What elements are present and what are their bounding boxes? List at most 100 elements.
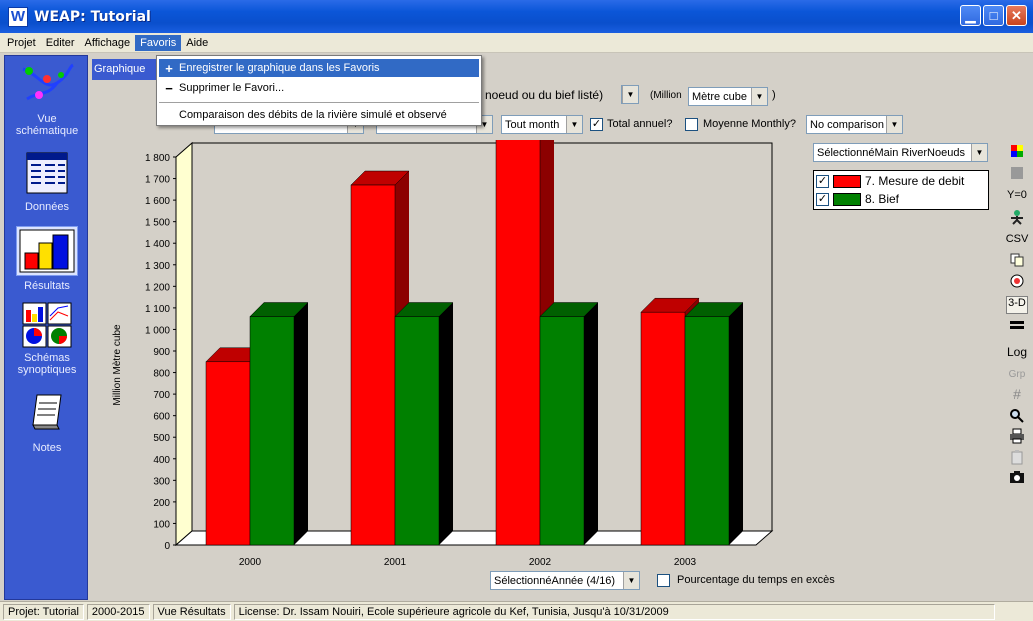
menu-aide[interactable]: Aide	[181, 35, 213, 51]
chevron-down-icon: ▼	[971, 144, 987, 161]
legend-swatch-mesure	[833, 174, 861, 188]
y-tick-label: 500	[153, 433, 170, 444]
menu-projet[interactable]: Projet	[2, 35, 41, 51]
moyenne-monthly-checkbox[interactable]	[685, 118, 698, 131]
month-combo[interactable]: Tout month ▼	[501, 115, 583, 134]
y-tick-label: 0	[164, 541, 170, 552]
variable-combo[interactable]: noeud ou du bief listé)	[482, 85, 620, 104]
variable-combo-dropdown[interactable]: ▼	[621, 85, 639, 104]
palette-icon[interactable]	[1003, 143, 1031, 162]
comparison-combo-value: No comparison	[810, 118, 884, 131]
unit-suffix: )	[772, 89, 776, 101]
csv-button[interactable]: CSV	[1003, 233, 1031, 245]
y-tick-label: 300	[153, 476, 170, 487]
close-button[interactable]: ✕	[1006, 5, 1027, 26]
chevron-down-icon: ▼	[751, 88, 767, 105]
y-tick-label: 1 400	[145, 239, 170, 250]
schematic-icon	[16, 60, 78, 110]
bar	[640, 311, 686, 546]
y-tick-label: 400	[153, 455, 170, 466]
print-icon[interactable]	[1003, 428, 1031, 447]
year-selector-value: SélectionnéAnnée (4/16)	[494, 574, 616, 587]
series-selector-value: SélectionnéMain RiverNoeuds	[817, 146, 965, 159]
y-tick-label: 600	[153, 412, 170, 423]
y-tick-label: 800	[153, 369, 170, 380]
x-tick-label: 2000	[239, 557, 262, 568]
lines-icon[interactable]	[1003, 320, 1031, 333]
menu-affichage[interactable]: Affichage	[80, 35, 136, 51]
sidebar-label-schematic: Vue schématique	[15, 113, 79, 137]
y-zero-button[interactable]: Y=0	[1003, 189, 1031, 201]
sidebar-item-results[interactable]: Résultats	[5, 226, 89, 292]
menu-separator	[159, 102, 479, 103]
menu-item-favorite-comparison[interactable]: Comparaison des débits de la rivière sim…	[159, 106, 479, 124]
bar	[205, 361, 251, 546]
chevron-down-icon: ▼	[622, 86, 638, 103]
x-tick-label: 2003	[674, 557, 697, 568]
legend-item-mesure[interactable]: ✓ 7. Mesure de debit	[816, 173, 964, 189]
pourcentage-checkbox[interactable]	[657, 574, 670, 587]
zoom-icon[interactable]	[1003, 408, 1031, 427]
unit-combo-value: Mètre cube	[692, 90, 748, 103]
pourcentage-label: Pourcentage du temps en excès	[677, 574, 835, 586]
y-tick-label: 1 600	[145, 196, 170, 207]
copy-icon[interactable]	[1003, 253, 1031, 270]
camera-icon[interactable]	[1003, 470, 1031, 487]
y-tick-label: 900	[153, 347, 170, 358]
chevron-down-icon: ▼	[886, 116, 902, 133]
sidebar-item-overview[interactable]: Schémas synoptiques	[5, 300, 89, 376]
menu-item-delete-favorite[interactable]: − Supprimer le Favori...	[159, 79, 479, 97]
year-selector-combo[interactable]: SélectionnéAnnée (4/16) ▼	[490, 571, 640, 590]
bar	[539, 316, 585, 546]
sidebar-label-data: Données	[24, 201, 70, 213]
legend-item-bief[interactable]: ✓ 8. Bief	[816, 191, 899, 207]
y-tick-label: 1 800	[145, 153, 170, 164]
x-tick-label: 2001	[384, 557, 407, 568]
menu-favoris[interactable]: Favoris	[135, 34, 182, 51]
3d-toggle-button[interactable]: 3-D	[1006, 296, 1028, 314]
menu-editer[interactable]: Editer	[41, 35, 80, 51]
sidebar-item-notes[interactable]: Notes	[5, 386, 89, 454]
unit-combo[interactable]: Mètre cube ▼	[688, 87, 768, 106]
sidebar-label-overview: Schémas synoptiques	[17, 352, 77, 376]
stop-icon[interactable]	[1003, 166, 1031, 183]
grid-icon[interactable]: #	[1003, 386, 1031, 402]
unit-prefix: (Million	[650, 90, 682, 101]
total-annuel-checkbox[interactable]: ✓	[590, 118, 603, 131]
series-selector-combo[interactable]: SélectionnéMain RiverNoeuds ▼	[813, 143, 988, 162]
weap-app-icon[interactable]: W	[8, 6, 28, 27]
comparison-combo[interactable]: No comparison ▼	[806, 115, 903, 134]
plus-icon: +	[165, 60, 173, 76]
menu-item-save-favorite[interactable]: + Enregistrer le graphique dans les Favo…	[159, 59, 479, 77]
grp-button[interactable]: Grp	[1003, 369, 1031, 380]
menu-item-delete-favorite-label: Supprimer le Favori...	[179, 82, 285, 94]
clipboard-icon[interactable]	[1003, 449, 1031, 468]
chevron-down-icon: ▼	[623, 572, 639, 589]
y-tick-label: 1 200	[145, 282, 170, 293]
status-project: Projet: Tutorial	[3, 603, 84, 620]
moyenne-monthly-label: Moyenne Monthly?	[703, 118, 796, 130]
maximize-button[interactable]: □	[983, 5, 1004, 26]
view-sidebar: Vue schématique Données Résultats Schéma…	[4, 55, 88, 600]
window-title: WEAP: Tutorial	[34, 8, 151, 25]
y-tick-label: 700	[153, 390, 170, 401]
chart-left-wall	[175, 141, 193, 547]
bar	[495, 135, 541, 546]
legend-checkbox-bief[interactable]: ✓	[816, 192, 829, 206]
sidebar-item-schematic[interactable]: Vue schématique	[5, 60, 89, 137]
month-combo-value: Tout month	[505, 118, 560, 131]
legend-checkbox-mesure[interactable]: ✓	[816, 174, 829, 188]
notes-icon	[16, 386, 78, 436]
sidebar-item-data[interactable]: Données	[5, 148, 89, 213]
minimize-button[interactable]: ▁	[960, 5, 981, 26]
status-license: License: Dr. Issam Nouiri, Ecole supérie…	[233, 603, 995, 620]
minus-icon: −	[165, 80, 173, 96]
globe-icon[interactable]	[1003, 273, 1031, 292]
bar-side	[294, 302, 308, 545]
chevron-down-icon: ▼	[566, 116, 582, 133]
sidebar-label-notes: Notes	[32, 442, 62, 454]
y-tick-label: 1 000	[145, 325, 170, 336]
figure-icon[interactable]	[1003, 209, 1031, 228]
chart-area: 0 100 200 300 400 500 600 700 800 900 1 000 1 100 1 …	[106, 121, 806, 580]
log-scale-button[interactable]: Log	[1003, 345, 1031, 359]
